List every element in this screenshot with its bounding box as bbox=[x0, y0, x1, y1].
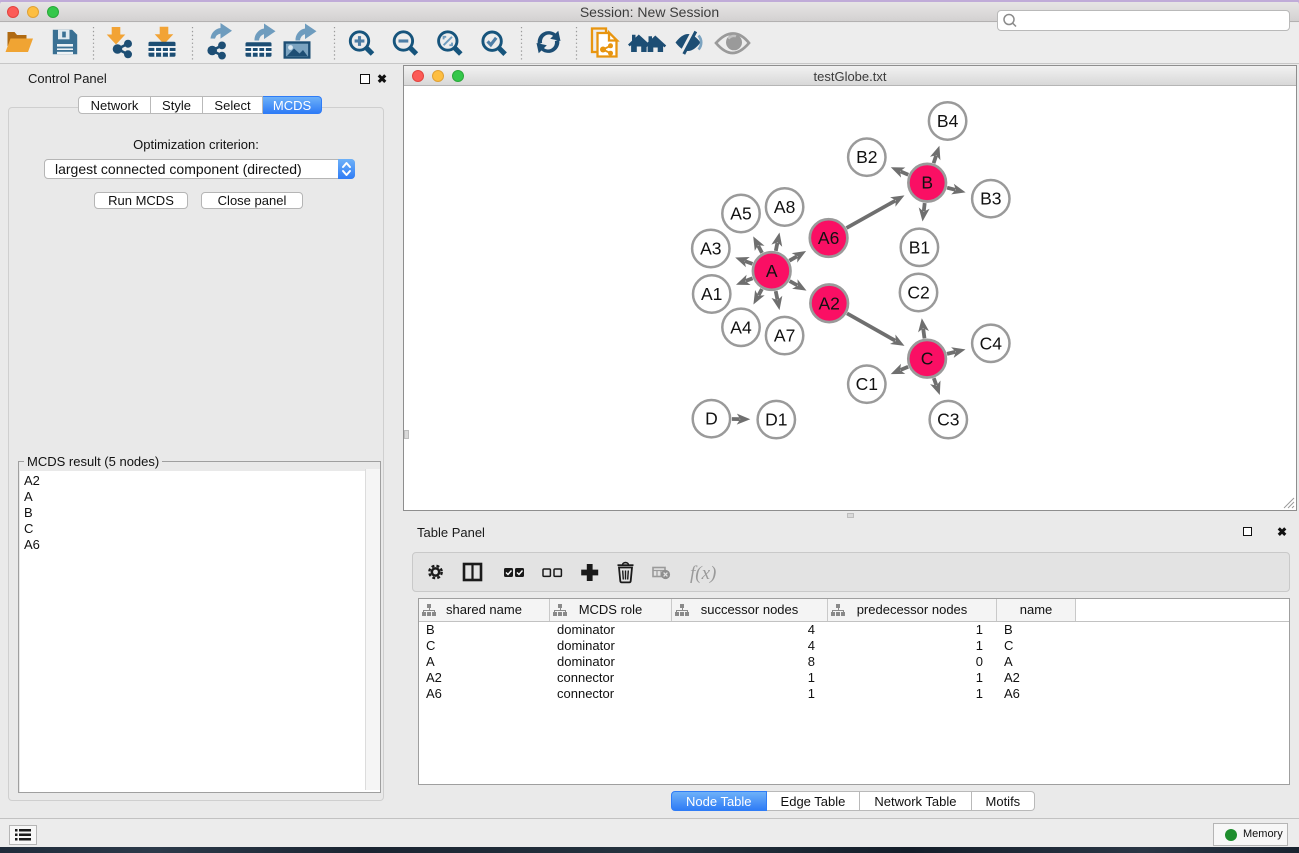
svg-text:C2: C2 bbox=[907, 283, 929, 303]
svg-text:B: B bbox=[921, 173, 933, 193]
svg-text:A7: A7 bbox=[774, 326, 795, 346]
svg-text:A2: A2 bbox=[818, 293, 839, 313]
svg-text:A8: A8 bbox=[774, 197, 795, 217]
svg-text:B4: B4 bbox=[937, 111, 959, 131]
svg-text:A5: A5 bbox=[730, 204, 751, 224]
svg-text:A4: A4 bbox=[730, 317, 752, 337]
svg-text:f(x): f(x) bbox=[690, 563, 716, 584]
svg-text:B1: B1 bbox=[909, 237, 930, 257]
svg-text:B3: B3 bbox=[980, 189, 1001, 209]
svg-text:D1: D1 bbox=[765, 410, 787, 430]
svg-text:C1: C1 bbox=[856, 374, 878, 394]
svg-text:A3: A3 bbox=[700, 239, 721, 259]
svg-text:D: D bbox=[705, 409, 718, 429]
svg-text:A1: A1 bbox=[701, 284, 722, 304]
svg-text:C4: C4 bbox=[980, 333, 1003, 353]
svg-text:C: C bbox=[921, 349, 934, 369]
svg-text:A: A bbox=[766, 261, 778, 281]
svg-text:A6: A6 bbox=[818, 228, 839, 248]
svg-text:C3: C3 bbox=[937, 410, 959, 430]
svg-text:B2: B2 bbox=[856, 147, 877, 167]
